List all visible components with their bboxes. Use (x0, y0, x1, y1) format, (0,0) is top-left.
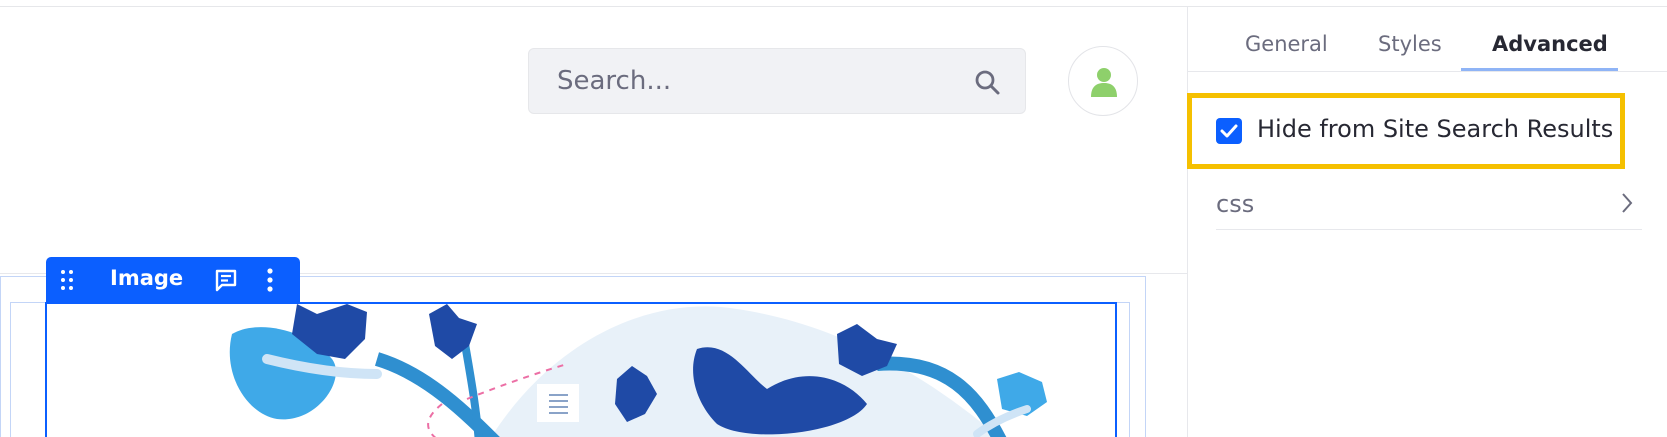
check-icon (1220, 124, 1238, 138)
tab-advanced[interactable]: Advanced (1492, 32, 1608, 72)
hide-from-search-checkbox[interactable] (1216, 118, 1242, 144)
user-avatar[interactable] (1068, 46, 1138, 116)
kebab-icon[interactable] (264, 268, 276, 292)
chevron-right-icon (1622, 193, 1633, 213)
search-input[interactable] (529, 49, 969, 113)
search-bar[interactable] (528, 48, 1026, 114)
user-icon (1091, 68, 1117, 97)
image-fragment[interactable] (45, 302, 1117, 437)
fragment-name: Image (110, 266, 184, 290)
drag-handle-icon[interactable] (60, 269, 74, 291)
search-icon[interactable] (973, 68, 1001, 96)
tab-general[interactable]: General (1245, 32, 1328, 72)
active-tab-indicator (1461, 68, 1618, 71)
hide-from-search-label[interactable]: Hide from Site Search Results (1257, 115, 1613, 143)
tab-styles[interactable]: Styles (1378, 32, 1442, 72)
fragment-topper[interactable]: Image (46, 257, 300, 302)
illustration-image (229, 304, 1047, 437)
css-section-label: css (1216, 190, 1255, 218)
comment-icon[interactable] (214, 268, 238, 292)
css-section-toggle[interactable]: css (1216, 185, 1642, 230)
